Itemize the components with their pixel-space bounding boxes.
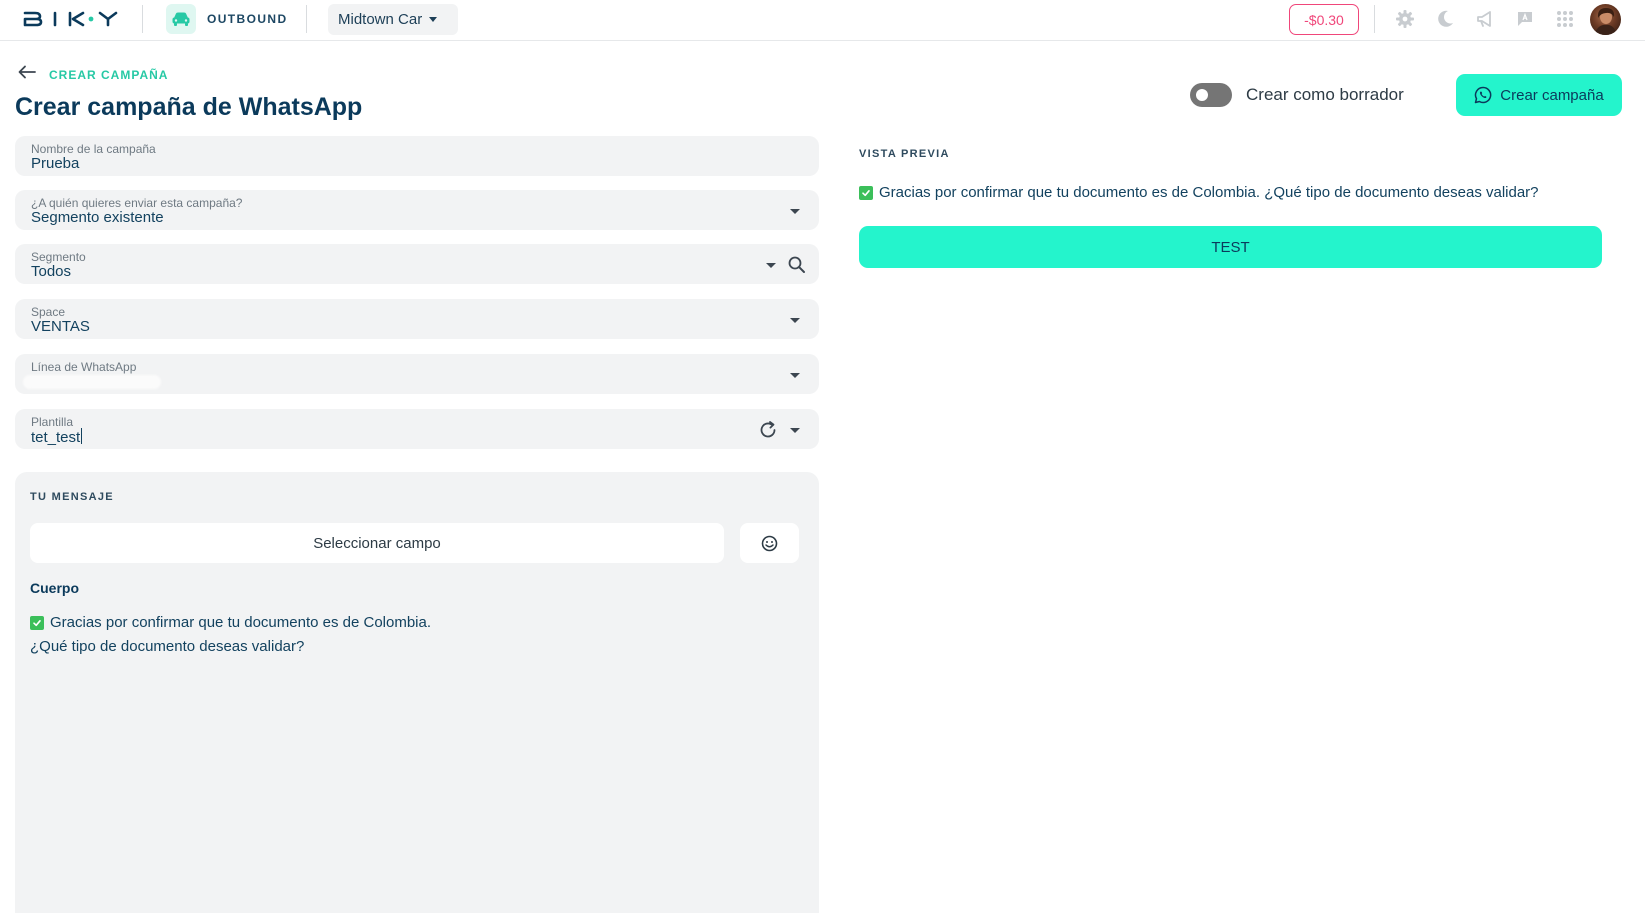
emoji-button[interactable]: [740, 523, 799, 563]
breadcrumb[interactable]: CREAR CAMPAÑA: [49, 68, 168, 82]
message-body-text: Gracias por confirmar que tu documento e…: [50, 614, 432, 631]
arrow-left-icon: [18, 65, 36, 79]
preview-test-button[interactable]: TEST: [859, 226, 1602, 268]
body-title: Cuerpo: [30, 580, 79, 596]
segment-value: Todos: [31, 263, 72, 280]
create-campaign-label: Crear campaña: [1500, 86, 1604, 104]
draft-label: Crear como borrador: [1246, 85, 1404, 104]
caret-down-icon[interactable]: [790, 428, 800, 433]
balance-value: -$0.30: [1304, 11, 1344, 28]
chat-icon[interactable]: [1514, 8, 1536, 30]
back-button[interactable]: [18, 65, 36, 79]
field-label: Línea de WhatsApp: [31, 360, 137, 374]
field-label: Plantilla: [31, 415, 74, 429]
caret-down-icon[interactable]: [790, 209, 800, 214]
text-cursor: [81, 428, 83, 444]
audience-select[interactable]: ¿A quién quieres enviar esta campaña? Se…: [15, 190, 819, 230]
preview-section-label: VISTA PREVIA: [859, 148, 950, 160]
field-label: Space: [31, 305, 66, 319]
biky-logo[interactable]: [22, 9, 122, 29]
divider: [1374, 5, 1375, 33]
message-body-text: ¿Qué tipo de documento deseas validar?: [30, 638, 305, 655]
smiley-icon: [761, 535, 778, 551]
divider: [142, 5, 143, 33]
space-value: VENTAS: [31, 318, 90, 335]
settings-icon[interactable]: [1394, 8, 1416, 30]
message-body-line[interactable]: ¿Qué tipo de documento deseas validar?: [30, 638, 304, 655]
space-select[interactable]: Space VENTAS: [15, 299, 819, 339]
caret-down-icon[interactable]: [790, 318, 800, 323]
caret-down-icon: [429, 17, 438, 22]
top-bar: OUTBOUND Midtown Car -$0.30: [0, 0, 1645, 41]
account-selector[interactable]: Midtown Car: [328, 4, 458, 35]
message-body-line[interactable]: Gracias por confirmar que tu documento e…: [30, 614, 431, 631]
search-icon[interactable]: [785, 253, 807, 275]
caret-down-icon[interactable]: [766, 263, 776, 268]
moon-icon[interactable]: [1434, 8, 1456, 30]
draft-toggle[interactable]: [1190, 83, 1232, 107]
preview-button-label: TEST: [1211, 238, 1250, 256]
account-name: Midtown Car: [338, 11, 423, 28]
toggle-knob: [1196, 89, 1208, 101]
template-select[interactable]: Plantilla tet_test: [15, 409, 819, 449]
template-value: tet_test: [31, 429, 81, 446]
audience-value: Segmento existente: [31, 209, 164, 226]
caret-down-icon[interactable]: [790, 373, 800, 378]
select-field-button[interactable]: Seleccionar campo: [30, 523, 724, 563]
car-icon[interactable]: [166, 4, 196, 34]
message-panel: TU MENSAJE Seleccionar campo Cuerpo Grac…: [15, 472, 819, 913]
template-input[interactable]: tet_test: [31, 428, 83, 446]
redacted-value: [23, 375, 161, 389]
campaign-name-field[interactable]: Nombre de la campaña Prueba: [15, 136, 819, 176]
campaign-name-input[interactable]: Prueba: [31, 155, 79, 172]
preview-message: Gracias por confirmar que tu documento e…: [859, 184, 1539, 201]
refresh-icon[interactable]: [757, 419, 779, 441]
app-label: OUTBOUND: [207, 12, 288, 26]
field-label: Nombre de la campaña: [31, 142, 156, 156]
check-mark-icon: [859, 185, 873, 200]
message-section-label: TU MENSAJE: [30, 491, 114, 503]
check-mark-icon: [30, 615, 44, 630]
whatsapp-icon: [1475, 86, 1492, 104]
select-field-label: Seleccionar campo: [313, 534, 441, 552]
whatsapp-line-select[interactable]: Línea de WhatsApp: [15, 354, 819, 394]
field-label: ¿A quién quieres enviar esta campaña?: [31, 196, 243, 210]
apps-grid-icon[interactable]: [1554, 8, 1576, 30]
segment-select[interactable]: Segmento Todos: [15, 244, 819, 284]
avatar[interactable]: [1590, 4, 1621, 35]
field-label: Segmento: [31, 250, 86, 264]
preview-text: Gracias por confirmar que tu documento e…: [879, 184, 1539, 201]
megaphone-icon[interactable]: [1474, 8, 1496, 30]
create-campaign-button[interactable]: Crear campaña: [1456, 74, 1622, 116]
divider: [306, 5, 307, 33]
balance-badge[interactable]: -$0.30: [1289, 4, 1359, 35]
page-title: Crear campaña de WhatsApp: [15, 93, 363, 121]
